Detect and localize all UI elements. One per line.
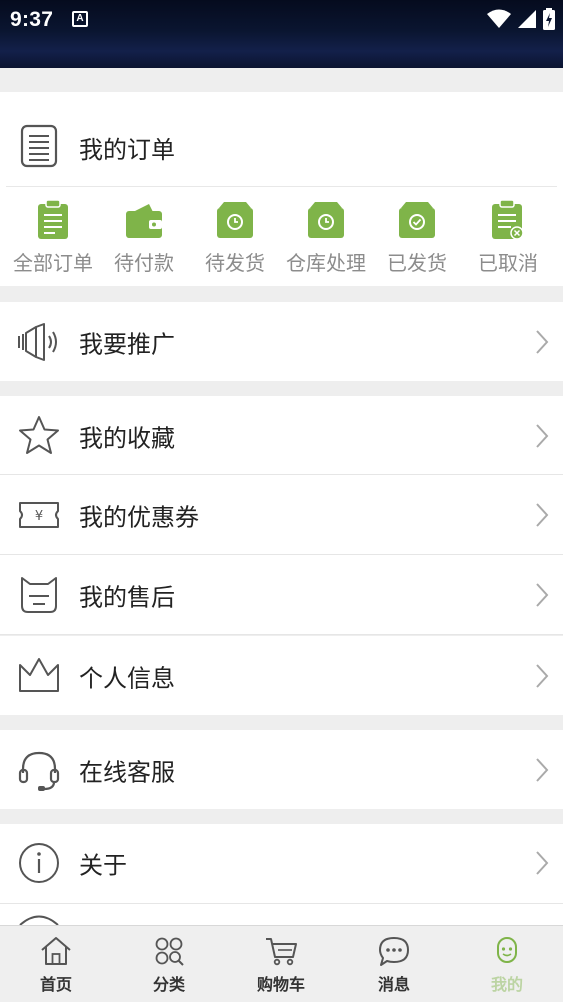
- order-status-label: 全部订单: [13, 251, 93, 275]
- tab-home[interactable]: 首页: [11, 926, 101, 1002]
- order-status-cancelled[interactable]: 已取消: [462, 200, 554, 276]
- chevron-right-icon: [536, 582, 549, 607]
- order-status-label: 待付款: [114, 251, 174, 275]
- menu-item-profile[interactable]: 个人信息: [0, 636, 563, 715]
- order-status-to-ship[interactable]: 待发货: [189, 200, 281, 276]
- menu-item-label: 关于: [79, 851, 127, 880]
- cart-icon: [266, 938, 297, 966]
- menu-item-after-sales[interactable]: 我的售后: [0, 555, 563, 634]
- tab-profile[interactable]: 我的: [462, 926, 552, 1002]
- box-check-icon: [399, 202, 435, 238]
- order-status-label: 已发货: [387, 251, 447, 275]
- crown-icon: [19, 657, 59, 692]
- menu-item-promote[interactable]: 我要推广: [0, 302, 563, 381]
- menu-item-label: 我的收藏: [79, 424, 175, 452]
- coupon-icon: ¥: [19, 501, 59, 528]
- megaphone-icon: [18, 322, 57, 361]
- notification-icon: A: [72, 11, 88, 27]
- category-icon: [155, 937, 184, 966]
- chevron-right-icon: [536, 423, 549, 448]
- order-status-label: 待发货: [205, 251, 265, 275]
- headset-icon: [18, 751, 60, 791]
- battery-icon: [543, 8, 555, 30]
- order-status-all[interactable]: 全部订单: [7, 200, 99, 276]
- chevron-right-icon: [536, 502, 549, 527]
- tab-cart[interactable]: 购物车: [236, 926, 326, 1002]
- menu-item-support[interactable]: 在线客服: [0, 730, 563, 809]
- system-icons: [487, 8, 555, 30]
- chevron-right-icon: [536, 329, 549, 354]
- tab-label: 我的: [490, 975, 523, 994]
- box-clock-icon: [217, 202, 253, 238]
- divider: [6, 186, 557, 187]
- orders-title: 我的订单: [79, 136, 175, 164]
- chevron-right-icon: [536, 757, 549, 782]
- order-status-label: 仓库处理: [286, 251, 366, 275]
- message-icon: [379, 937, 409, 966]
- order-status-warehouse[interactable]: 仓库处理: [280, 200, 372, 276]
- wifi-icon: [487, 9, 511, 28]
- menu-item-label: 我要推广: [79, 330, 175, 358]
- order-status-label: 已取消: [478, 251, 538, 275]
- bottom-tab-bar: 首页 分类 购物车 消息 我的: [0, 925, 563, 1002]
- box-clock-icon: [308, 202, 344, 238]
- coupon-symbol: ¥: [35, 509, 43, 524]
- status-bar: 9:37 A: [0, 0, 563, 68]
- orders-header[interactable]: 我的订单: [0, 92, 563, 186]
- signal-icon: [518, 10, 536, 28]
- wallet-icon: [126, 204, 162, 238]
- order-status-row: 全部订单 待付款 待发货 仓库处理 已发货 已取消: [0, 200, 563, 280]
- chevron-right-icon: [536, 851, 549, 875]
- order-list-icon: [20, 124, 58, 168]
- clipboard-list-icon: [38, 200, 68, 239]
- clipboard-cancel-icon: [492, 200, 524, 240]
- menu-item-about[interactable]: 关于: [0, 824, 563, 925]
- status-time: 9:37: [10, 8, 54, 31]
- menu-item-label: 在线客服: [79, 758, 175, 786]
- tab-label: 消息: [377, 975, 410, 994]
- orders-card: 我的订单 全部订单 待付款 待发货 仓库处理 已发货 已取消: [0, 92, 563, 286]
- menu-item-label: 个人信息: [79, 664, 175, 692]
- menu-item-label: 我的售后: [79, 583, 175, 611]
- tab-label: 首页: [39, 975, 72, 994]
- tab-label: 分类: [152, 975, 185, 994]
- home-icon: [41, 937, 71, 965]
- divider: [0, 634, 563, 635]
- chevron-right-icon: [536, 663, 549, 688]
- menu-item-label: 我的优惠券: [79, 503, 199, 531]
- profile-icon: [497, 937, 517, 963]
- tab-label: 购物车: [256, 975, 305, 994]
- menu-item-coupons[interactable]: ¥ 我的优惠券: [0, 475, 563, 554]
- partial-menu-icon: [19, 915, 59, 925]
- after-sales-icon: [21, 576, 57, 613]
- info-icon: [19, 843, 59, 883]
- menu-item-favorites[interactable]: 我的收藏: [0, 396, 563, 475]
- tab-category[interactable]: 分类: [124, 926, 214, 1002]
- star-icon: [19, 415, 59, 454]
- divider: [0, 903, 563, 904]
- tab-messages[interactable]: 消息: [349, 926, 439, 1002]
- order-status-pending-payment[interactable]: 待付款: [98, 200, 190, 276]
- order-status-shipped[interactable]: 已发货: [371, 200, 463, 276]
